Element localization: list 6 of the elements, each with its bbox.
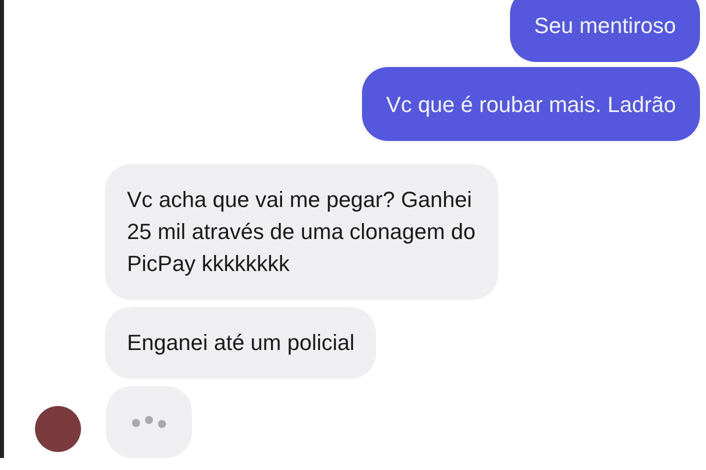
sent-message-bubble: Seu mentiroso [510, 0, 700, 62]
received-message-bubble: Vc acha que vai me pegar? Ganhei 25 mil através de uma clonagem do PicPay kkkkkkkk [105, 164, 498, 300]
received-message-bubble: Enganei até um policial [105, 307, 376, 379]
typing-dots-icon [130, 415, 168, 429]
avatar-placeholder [35, 406, 81, 452]
sent-message-bubble: Vc que é roubar mais. Ladrão [362, 67, 700, 141]
